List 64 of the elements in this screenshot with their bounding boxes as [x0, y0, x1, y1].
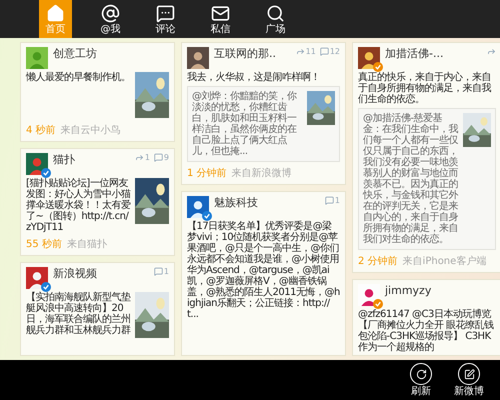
user-name[interactable]: 加措活佛-... — [385, 47, 444, 61]
post-source: 来自猫扑 — [66, 239, 107, 251]
avatar[interactable] — [358, 284, 380, 306]
post-time: 4 秒前 — [26, 125, 56, 137]
count-label: 1 — [144, 153, 150, 162]
search-icon — [266, 4, 285, 22]
count-label: 1 — [164, 267, 169, 276]
compose-icon — [464, 368, 474, 380]
post-text: 懒人最爱的早餐制作机。 — [26, 72, 131, 83]
avatar[interactable] — [26, 267, 48, 289]
post-time: 1 分钟前 — [187, 168, 227, 180]
post-card[interactable]: 创意工坊 懒人最爱的早餐制作机。 4 秒前 来自云中小鸟 — [20, 42, 175, 142]
user-name[interactable]: 魅族科技 — [214, 196, 258, 210]
post-source: 来自iPhone客户端 — [402, 256, 486, 268]
post-text: 【17日获奖名单】优秀评委是@梁梦vivi；10位随机获奖者分别是@苹果酒吧，@只是个一高中生，@你们永远都不会知道我是谁，@小树使用华为Ascend，@targuse，@凯ai凯，@罗迦薇屏格V，@幽香铁锅盖，@熟悉的陌生人2011无悔，@highjian乐翻天；公正链接：http://t... — [187, 221, 340, 320]
speech-bubble-icon[interactable] — [324, 196, 334, 205]
post-text: @zfz61147 @C3日本动玩博览【厂商摊位火力全开 眼花缭乱钱包沦陷-C3HK巡场报导】 C3HK作为一个超规格的 — [358, 309, 495, 353]
speech-bubble-icon — [156, 4, 175, 22]
quoted-post[interactable]: @加措活佛-慈爱基金：在我们生命中，我们每一个人都有一些仅仅只属于自己的东西，我们没有必要一味地羡慕别人的财富与地位而羡慕不已。因为真正的快乐，与金钱和其它外在的评判无关，它是来自内心的，来自于自身所拥有物的满足，来自我们对生命的依恋。 — [358, 108, 496, 250]
post-time: 2 分钟前 — [358, 256, 398, 268]
post-source: 来自新浪微博 — [232, 168, 292, 180]
nav-tab[interactable]: 评论 — [149, 0, 182, 38]
speech-bubble-icon[interactable] — [320, 47, 329, 56]
user-name[interactable]: 猫扑 — [53, 153, 75, 167]
count-label: 1 — [334, 196, 340, 205]
post-text: 【实拍南海舰队新型气垫艇风浪中高速转向】20日，海军联合编队的兰州舰兵力群和玉林舰兵力群 — [26, 292, 131, 336]
forward-arrow-icon[interactable] — [134, 153, 144, 162]
count-label: 9 — [164, 153, 169, 162]
speech-bubble-icon[interactable] — [154, 267, 163, 276]
post-time: 55 秒前 — [26, 239, 62, 251]
quoted-text: @刘烨：你黯黯的笑，你淡淡的忧愁，你糟红齿白，肌肤如和田玉籽料一样洁白，虽然你俩皮的在自己脸上点了俩大红点儿，但也掩... — [192, 91, 298, 157]
forward-arrow-icon[interactable] — [296, 47, 305, 56]
post-card[interactable]: 猫扑 1 9 [猫扑贴贴论坛]一位网友发图：好心人为雪中小猫撑伞送暖水袋！！太有爱了~（图转）http://t.cn/zYDjT11 55 秒前 来自猫扑 — [20, 148, 175, 256]
app-bar-button[interactable]: 刷新 — [404, 360, 438, 400]
quoted-text: @加措活佛-慈爱基金：在我们生命中，我们每一个人都有一些仅仅只属于自己的东西，我们没有必要一味地羡慕别人的财富与地位而羡慕不已。因为真正的快乐，与金钱和其它外在的评判无关，它是来自内心的，来自于自身所拥有物的满足，来自我们对生命的依恋。 — [363, 113, 459, 245]
nav-tab[interactable]: @我 — [94, 0, 127, 38]
post-card[interactable]: 互联网的那.. 11 12 我去，火华叔，这是闹咋样啊！ @刘烨：你黯黯的笑，你淡淡的忧愁，你糟红齿白，肌肤如和田玉籽料一样洁白，虽然你俩皮的在自己脸上点了俩大红点儿，但也掩... 1 分钟前 来自新浪微博 — [181, 42, 346, 185]
post-card[interactable]: 加措活佛-... 真正的快乐，来自于内心，来自于自身所拥有物的满足，来自我们生命的依恋。 @加措活佛-慈爱基金：在我们生命中，我们每一个人都有一些仅仅只属于自己的东西，我们没有必要一味地羡慕别人的财富与地位而羡慕不已。因为真正的快乐，与金钱和其它外在的评判无关，它是来自内心的，来自于自身所拥有物的满足，来自我们对生命的依恋。 2 分钟前 来自iPhone客户端 — [352, 42, 500, 273]
forward-arrow-icon[interactable] — [487, 47, 496, 56]
user-name[interactable]: jimmyzy — [385, 284, 432, 298]
at-sign-icon — [101, 4, 120, 22]
nav-tab[interactable]: 私信 — [204, 0, 237, 38]
quoted-post[interactable]: @刘烨：你黯黯的笑，你淡淡的忧愁，你糟红齿白，肌肤如和田玉籽料一样洁白，虽然你俩皮的在自己脸上点了俩大红点儿，但也掩... — [187, 86, 340, 162]
app-bar-button[interactable]: 新微博 — [452, 360, 486, 400]
count-label: 12 — [330, 47, 340, 56]
home-icon — [46, 4, 65, 22]
avatar[interactable] — [187, 196, 209, 218]
avatar[interactable] — [358, 47, 380, 69]
post-source: 来自云中小鸟 — [60, 125, 121, 137]
refresh-icon — [416, 368, 426, 380]
count-label: 11 — [306, 47, 316, 56]
post-text: 我去，火华叔，这是闹咋样啊！ — [187, 72, 321, 83]
post-card[interactable]: jimmyzy @zfz61147 @C3日本动玩博览【厂商摊位火力全开 眼花缭乱钱包沦陷-C3HK巡场报导】 C3HK作为一个超规格的 — [352, 279, 500, 356]
avatar[interactable] — [187, 47, 209, 69]
post-text: 真正的快乐，来自于内心，来自于自身所拥有物的满足，来自我们生命的依恋。 — [358, 72, 492, 105]
post-text: [猫扑贴贴论坛]一位网友发图：好心人为雪中小猫撑伞送暖水袋！！太有爱了~（图转）http://t.cn/zYDjT11 — [26, 178, 131, 233]
user-name[interactable]: 互联网的那.. — [214, 47, 276, 61]
post-card[interactable]: 新浪视频 1 【实拍南海舰队新型气垫艇风浪中高速转向】20日，海军联合编队的兰州舰兵力群和玉林舰兵力群 — [20, 262, 175, 356]
speech-bubble-icon[interactable] — [154, 153, 163, 162]
user-name[interactable]: 新浪视频 — [53, 267, 97, 281]
post-card[interactable]: 魅族科技 1 【17日获奖名单】优秀评委是@梁梦vivi；10位随机获奖者分别是@苹果酒吧，@只是个一高中生，@你们永远都不会知道我是谁，@小树使用华为Ascend，@targuse，@凯ai凯，@罗迦薇屏格V，@幽香铁锅盖，@熟悉的陌生人2011无悔，@highjian乐翻天；公正链接：http://t... — [181, 191, 346, 356]
nav-tab[interactable]: 广场 — [259, 0, 292, 38]
user-name[interactable]: 创意工坊 — [53, 47, 97, 61]
envelope-icon — [211, 4, 230, 22]
